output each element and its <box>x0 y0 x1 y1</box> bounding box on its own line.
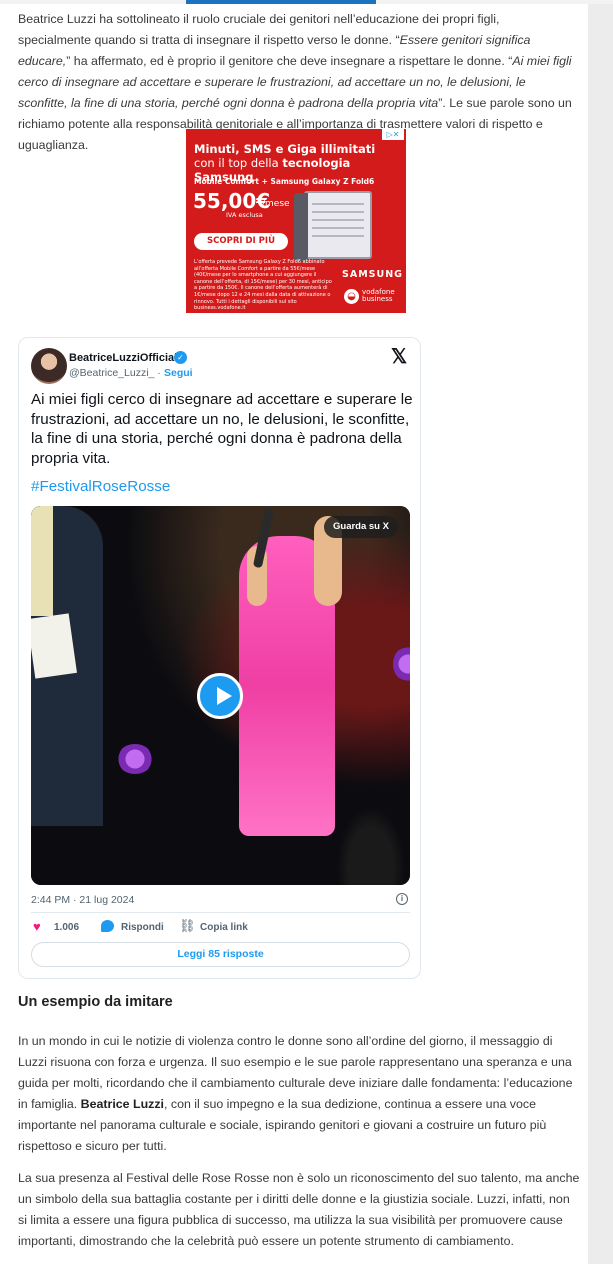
copy-link-button[interactable]: Copia link <box>200 922 248 933</box>
phone-fold-edge <box>294 193 308 261</box>
reply-button[interactable]: Rispondi <box>121 922 164 933</box>
x-logo-icon[interactable]: 𝕏 <box>391 344 407 369</box>
p2-bold-name: Beatrice Luzzi <box>80 1097 164 1111</box>
p1-text-b: ” ha affermato, ed è proprio il genitore… <box>66 54 513 68</box>
article-paragraph-2: In un mondo in cui le notizie di violenz… <box>18 1031 582 1157</box>
vodafone-logo-icon: ◒ <box>344 289 359 304</box>
adchoices-icon[interactable]: ▷✕ <box>382 129 404 140</box>
phone-screen-line <box>312 219 364 221</box>
samsung-logo: SAMSUNG <box>342 269 403 280</box>
follow-link[interactable]: Segui <box>164 367 193 379</box>
embedded-tweet[interactable]: BeatriceLuzziOfficial ✓ @Beatrice_Luzzi_… <box>18 337 421 979</box>
tweet-hashtag[interactable]: #FestivalRoseRosse <box>31 478 170 495</box>
video-figure-paper <box>31 613 77 679</box>
phone-screen-line <box>312 235 364 237</box>
video-plant-silhouette <box>331 796 410 885</box>
phone-screen-line <box>312 227 364 229</box>
tweet-text: Ai miei figli cerco di insegnare ad acce… <box>31 391 413 467</box>
divider <box>31 912 410 913</box>
article-paragraph-3: La sua presenza al Festival delle Rose R… <box>18 1171 580 1248</box>
tweet-author-handle[interactable]: @Beatrice_Luzzi_ · <box>69 367 161 379</box>
phone-image <box>294 191 372 261</box>
read-replies-button[interactable]: Leggi 85 risposte <box>31 942 410 967</box>
reply-bubble-icon[interactable] <box>101 920 114 932</box>
ad-cta-button[interactable]: SCOPRI DI PIÙ <box>194 233 288 250</box>
ad-subtitle: Mobile Comfort + Samsung Galaxy Z Fold6 <box>194 177 375 186</box>
ad-price: 55,00€ <box>193 189 271 213</box>
vodafone-business-label: vodafone business <box>362 289 395 303</box>
business-label: business <box>362 295 393 303</box>
avatar[interactable] <box>31 348 67 384</box>
phone-screen-line <box>312 203 364 205</box>
ad-price-period: /mese <box>262 199 290 209</box>
ad-headline-2a: con il top della <box>194 156 283 170</box>
ad-fine-print: L’offerta prevede Samsung Galaxy Z Fold6… <box>194 259 332 312</box>
tweet-timestamp[interactable]: 2:44 PM · 21 lug 2024 <box>31 894 134 906</box>
play-button-icon[interactable] <box>197 673 243 719</box>
link-icon[interactable]: ⛓ <box>179 918 196 934</box>
section-heading: Un esempio da imitare <box>18 994 173 1010</box>
verified-badge-icon: ✓ <box>174 351 187 364</box>
tweet-author-name[interactable]: BeatriceLuzziOfficial <box>69 352 177 364</box>
info-icon[interactable]: i <box>396 893 408 905</box>
ad-headline-1: Minuti, SMS e Giga illimitati <box>194 142 376 156</box>
heart-icon[interactable]: ♥ <box>33 920 47 933</box>
watch-on-x-button[interactable]: Guarda su X <box>324 516 398 538</box>
stage-light <box>117 744 153 774</box>
vodafone-samsung-ad[interactable]: ▷✕ Minuti, SMS e Giga illimitati con il … <box>186 129 406 313</box>
like-count[interactable]: 1.006 <box>54 922 79 933</box>
tweet-video[interactable]: Guarda su X <box>31 506 410 885</box>
video-figure-shirt <box>31 506 53 616</box>
ad-vat-note: IVA esclusa <box>226 211 263 219</box>
page-scroll-rail <box>588 4 613 1264</box>
phone-screen-line <box>312 211 364 213</box>
